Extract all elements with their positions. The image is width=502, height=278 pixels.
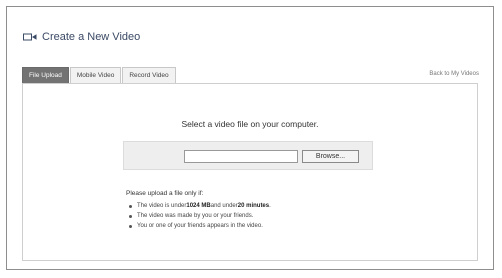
page-title-text: Create a New Video [42, 31, 141, 43]
create-video-panel: Create a New Video File Upload Mobile Vi… [6, 6, 494, 270]
list-item: You or one of your friends appears in th… [126, 221, 271, 231]
upload-box: Browse... [123, 141, 373, 170]
video-camera-icon [23, 33, 37, 41]
rule-text: . [269, 203, 271, 209]
rules-list: The video is under 1024 MB and under 20 … [126, 201, 271, 231]
bullet-icon [129, 204, 132, 208]
bullet-icon [129, 214, 132, 218]
upload-content: Select a video file on your computer. Br… [22, 83, 478, 261]
rule-text: and under [210, 203, 238, 209]
rule-text: The video was made by you or your friend… [137, 213, 254, 219]
list-item: The video is under 1024 MB and under 20 … [126, 201, 271, 211]
rule-text: You or one of your friends appears in th… [137, 223, 263, 229]
list-item: The video was made by you or your friend… [126, 211, 271, 221]
upload-prompt: Select a video file on your computer. [181, 119, 319, 129]
file-path-input[interactable] [184, 150, 298, 163]
browse-button[interactable]: Browse... [302, 150, 359, 163]
back-to-videos-link[interactable]: Back to My Videos [429, 71, 479, 77]
bullet-icon [129, 224, 132, 228]
rule-strong-text: 1024 MB [186, 203, 211, 209]
page-title: Create a New Video [23, 31, 140, 43]
tab-file-upload[interactable]: File Upload [22, 67, 69, 83]
rule-strong-text: 20 minutes [237, 203, 270, 209]
tab-bar: File Upload Mobile Video Record Video [22, 67, 177, 83]
rule-text: The video is under [137, 203, 187, 209]
rules-heading: Please upload a file only if: [126, 190, 204, 197]
tab-record-video[interactable]: Record Video [122, 67, 176, 83]
tab-mobile-video[interactable]: Mobile Video [69, 67, 122, 83]
